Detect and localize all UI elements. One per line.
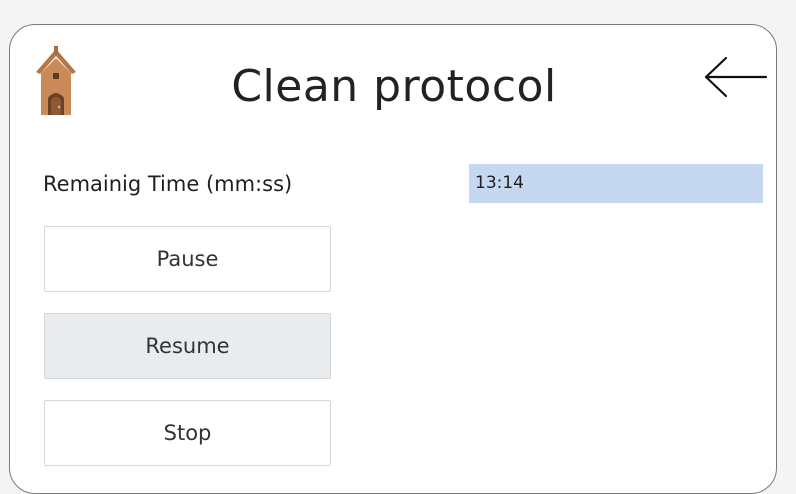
pause-button[interactable]: Pause <box>44 226 331 292</box>
stop-button[interactable]: Stop <box>44 400 331 466</box>
arrow-left-icon[interactable] <box>700 55 770 99</box>
remaining-time-label: Remainig Time (mm:ss) <box>43 172 293 196</box>
page-title: Clean protocol <box>231 61 557 112</box>
protocol-panel: Clean protocol Remainig Time (mm:ss) 13:… <box>9 24 777 494</box>
resume-button[interactable]: Resume <box>44 313 331 379</box>
remaining-time-field: 13:14 <box>469 164 763 203</box>
